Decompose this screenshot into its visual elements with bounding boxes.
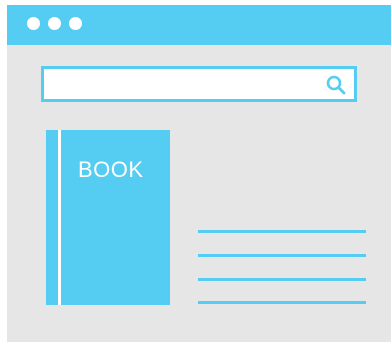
text-line-placeholder (198, 230, 366, 233)
search-icon[interactable] (324, 73, 348, 97)
book-spine (58, 130, 61, 305)
book-cover[interactable]: BOOK (46, 130, 170, 305)
window-control-dot-1[interactable] (27, 17, 40, 30)
text-line-placeholder (198, 254, 366, 257)
book-title: BOOK (78, 157, 144, 182)
window-control-dot-2[interactable] (48, 17, 61, 30)
browser-window: BOOK (7, 5, 391, 342)
search-bar (41, 66, 357, 102)
text-line-placeholder (198, 278, 366, 281)
text-line-placeholder (198, 301, 366, 304)
search-input[interactable] (52, 73, 312, 95)
window-control-dot-3[interactable] (69, 17, 82, 30)
title-bar (7, 5, 391, 45)
